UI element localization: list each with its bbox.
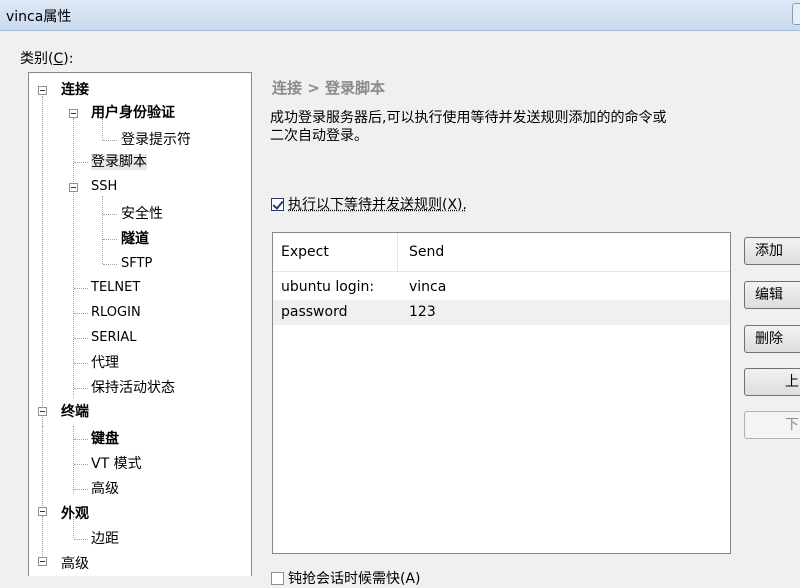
tree-connector [74,439,88,440]
column-separator[interactable] [397,233,398,271]
tree-connector [103,264,117,265]
tree-item-label: 登录提示符 [121,132,191,148]
cell-send: vinca [409,279,447,295]
tree-connector [103,214,117,215]
move-up-button[interactable]: 上 [744,368,800,396]
bottom-option-label: 钝抢会话时候需快(A) [288,571,421,587]
edit-button[interactable]: 编辑 [744,281,800,309]
tree-connector [74,338,88,339]
tree-item-telnet[interactable]: TELNET [91,277,140,299]
bottom-option-row[interactable]: 钝抢会话时候需快(A) [271,568,421,588]
tree-connector [103,239,117,240]
window-control-button[interactable] [792,3,800,25]
tree-connector [74,162,88,163]
tree-item-auth[interactable]: 用户身份验证 [91,102,175,124]
tree-connector [42,426,43,516]
tree-connector [74,363,88,364]
tree-item-label: 用户身份验证 [91,105,175,121]
tree-item-advanced[interactable]: 高级 [61,553,89,575]
list-header: Expect Send [273,233,730,272]
delete-button[interactable]: 删除 [744,325,800,353]
tree-item-label: 保持活动状态 [91,380,175,396]
tree-collapse-icon[interactable] [38,557,47,566]
tree-collapse-icon[interactable] [38,407,47,416]
tree-connector [42,96,43,426]
category-label-end: ): [63,51,74,67]
title-bar: vinca属性 [0,0,800,31]
tree-item-security[interactable]: 安全性 [121,203,163,225]
tree-connector [74,313,88,314]
tree-collapse-icon[interactable] [69,109,78,118]
tree-item-label: SSH [91,179,118,194]
category-label: 类别(C): [20,48,73,68]
window-title: vinca属性 [6,9,72,25]
list-row[interactable]: ubuntu login: vinca [273,275,730,300]
tree-item-margin[interactable]: 边距 [91,528,119,550]
column-header-expect[interactable]: Expect [281,244,329,260]
tree-connector [74,489,88,490]
category-tree[interactable]: 连接 用户身份验证 登录提示符 登录脚本 SSH 安全性 隧道 SFTP TEL… [28,72,252,576]
tree-connector [74,288,88,289]
tree-item-rlogin[interactable]: RLOGIN [91,302,141,324]
enable-rules-checkbox-row[interactable]: 执行以下等待并发送规则(X). [271,194,467,214]
tree-item-label: 终端 [61,404,89,420]
tree-connector [73,426,74,494]
tree-item-label: 连接 [61,82,89,98]
page-breadcrumb: 连接 > 登录脚本 [272,79,386,97]
category-label-key: C [53,51,64,67]
tree-item-tunnel[interactable]: 隧道 [121,228,149,250]
tree-item-label: 边距 [91,531,119,547]
tree-collapse-icon[interactable] [69,183,78,192]
description-line: 成功登录服务器后,可以执行使用等待并发送规则添加的的命令或 [270,110,667,126]
tree-connector [73,118,74,398]
enable-rules-checkbox[interactable] [271,197,284,211]
page-description: 成功登录服务器后,可以执行使用等待并发送规则添加的的命令或 二次自动登录。 [270,109,800,145]
tree-item-keepalive[interactable]: 保持活动状态 [91,377,175,399]
tree-item-connection[interactable]: 连接 [61,79,89,101]
tree-connector [103,140,117,141]
tree-connector [74,464,88,465]
tree-item-label: 外观 [61,506,89,522]
tree-item-label: 代理 [91,355,119,371]
bottom-option-checkbox[interactable] [271,571,284,585]
move-down-button: 下 [744,411,800,439]
tree-item-appearance[interactable]: 外观 [61,503,89,525]
tree-item-label: SERIAL [91,330,137,345]
tree-item-label: RLOGIN [91,305,141,320]
tree-item-ssh[interactable]: SSH [91,176,117,198]
cell-expect: password [281,304,348,320]
expect-send-list[interactable]: Expect Send ubuntu login: vinca password… [272,232,731,554]
tree-item-terminal-advanced[interactable]: 高级 [91,478,119,500]
tree-item-proxy[interactable]: 代理 [91,352,119,374]
column-header-send[interactable]: Send [409,244,444,260]
tree-collapse-icon[interactable] [38,86,47,95]
tree-item-label: 高级 [61,556,89,572]
tree-item-label: 隧道 [121,231,149,247]
tree-item-label: 安全性 [121,206,163,222]
tree-item-login-script[interactable]: 登录脚本 [91,151,147,173]
tree-item-sftp[interactable]: SFTP [121,253,152,275]
cell-send: 123 [409,304,436,320]
tree-item-terminal[interactable]: 终端 [61,401,89,423]
tree-connector [102,196,103,264]
add-button[interactable]: 添加 [744,237,800,265]
cell-expect: ubuntu login: [281,279,375,295]
tree-item-label: 高级 [91,481,119,497]
tree-item-label: 键盘 [91,431,119,447]
list-row[interactable]: password 123 [273,300,730,325]
category-label-text: 类别( [20,51,54,67]
tree-item-label: SFTP [121,256,153,271]
tree-item-serial[interactable]: SERIAL [91,327,136,349]
tree-item-vt-mode[interactable]: VT 模式 [91,453,142,475]
tree-item-label: TELNET [91,280,141,295]
tree-connector [74,539,88,540]
tree-connector [74,388,88,389]
enable-rules-label: 执行以下等待并发送规则(X). [288,197,467,213]
tree-item-keyboard[interactable]: 键盘 [91,428,119,450]
description-line: 二次自动登录。 [270,128,368,144]
tree-item-label: VT 模式 [91,456,142,472]
tree-collapse-icon[interactable] [38,507,47,516]
tree-item-login-prompt[interactable]: 登录提示符 [121,129,191,151]
tree-item-label: 登录脚本 [91,154,147,170]
